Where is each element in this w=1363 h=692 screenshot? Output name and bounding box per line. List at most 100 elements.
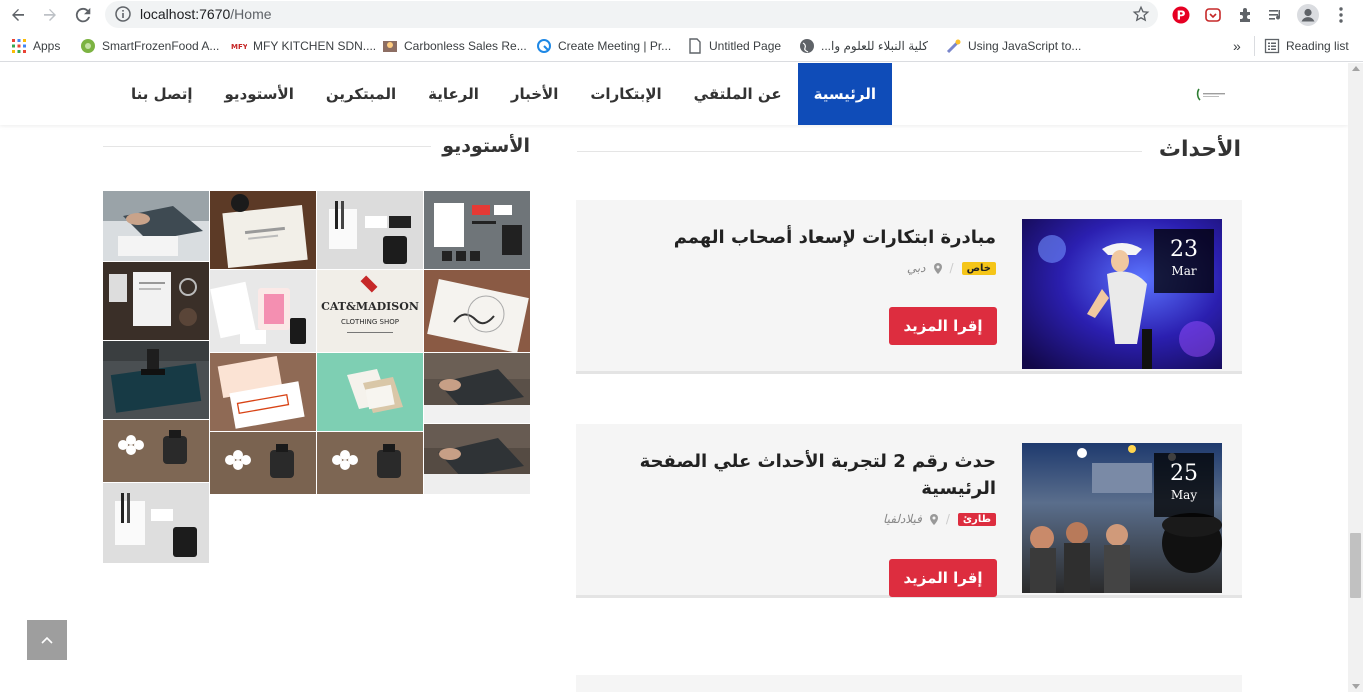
nav-label: الرعاية <box>428 85 479 103</box>
bookmark-college[interactable]: كلية النبلاء للعلوم وا... <box>799 38 928 54</box>
globe-icon <box>800 39 814 53</box>
back-arrow-icon <box>12 9 24 21</box>
meta-separator: / <box>945 512 950 526</box>
site-header: الرئيسية عن الملتقي الإبتكارات الأخبار ا… <box>0 63 1348 125</box>
mfy-favicon: MFY <box>231 43 247 51</box>
gallery-thumbnail[interactable] <box>103 483 209 563</box>
browser-menu-icon[interactable] <box>1330 4 1352 26</box>
gallery-thumbnail[interactable] <box>210 270 316 352</box>
gallery-thumbnail[interactable] <box>103 191 209 261</box>
event-date-badge: 23 Mar <box>1154 229 1214 293</box>
nav-item-innovators[interactable]: المبتكرين <box>310 63 412 125</box>
nav-item-studio[interactable]: الأستوديو <box>209 63 310 125</box>
meeting-favicon <box>537 39 551 53</box>
bookmark-label: SmartFrozenFood A... <box>102 39 220 53</box>
gallery-thumbnail[interactable] <box>317 432 423 494</box>
gallery-thumbnail[interactable] <box>210 432 316 494</box>
nav-item-about[interactable]: عن الملتقي <box>678 63 798 125</box>
read-more-button[interactable]: إقرا المزيد <box>889 307 997 345</box>
bookmark-untitled-page[interactable]: Untitled Page <box>687 38 781 54</box>
bookmarks-overflow-button[interactable]: » <box>1233 38 1241 54</box>
event-tag-badge: طارئ <box>957 512 996 526</box>
gallery-thumbnail[interactable]: CAT&MADISON CLOTHING SHOP <box>317 270 423 352</box>
info-icon[interactable] <box>115 6 131 26</box>
main-nav: الرئيسية عن الملتقي الإبتكارات الأخبار ا… <box>115 63 892 125</box>
nav-label: الإبتكارات <box>590 85 662 103</box>
gallery-thumbnail[interactable] <box>210 353 316 431</box>
nav-item-sponsorship[interactable]: الرعاية <box>412 63 495 125</box>
event-tag-badge: خاص <box>961 261 996 275</box>
gallery-thumbnail[interactable] <box>424 353 530 423</box>
bookmark-smartfrozenfood[interactable]: SmartFrozenFood A... <box>80 38 219 54</box>
carbonless-favicon <box>383 41 397 52</box>
nav-item-news[interactable]: الأخبار <box>495 63 575 125</box>
bookmark-label: MFY KITCHEN SDN.... <box>253 39 377 53</box>
reload-button[interactable] <box>71 3 95 27</box>
gallery-thumbnail[interactable] <box>210 191 316 269</box>
media-queue-icon[interactable] <box>1265 4 1287 26</box>
pocket-icon[interactable] <box>1202 4 1224 26</box>
events-heading: الأحداث <box>1158 137 1241 162</box>
nav-item-contact[interactable]: إتصل بنا <box>115 63 209 125</box>
event-date-badge: 25 May <box>1154 453 1214 517</box>
nav-label: الرئيسية <box>813 85 876 103</box>
apps-grid-icon <box>12 39 26 53</box>
profile-avatar-icon[interactable] <box>1297 4 1319 26</box>
page-icon <box>689 38 701 54</box>
scrollbar-thumb[interactable] <box>1350 533 1361 598</box>
scroll-down-arrow-icon[interactable] <box>1352 684 1360 689</box>
bookmark-star-icon[interactable] <box>1132 5 1150 27</box>
reading-list-button[interactable]: Reading list <box>1264 38 1349 54</box>
svg-text:P: P <box>1177 9 1186 23</box>
gallery-thumbnail[interactable] <box>424 191 530 269</box>
bookmark-mfy-kitchen[interactable]: MFY MFY KITCHEN SDN.... <box>231 38 376 54</box>
bookmark-apps[interactable]: Apps <box>11 38 60 54</box>
event-card: 25 May حدث رقم 2 لتجربة الأحداث علي الصف… <box>576 424 1242 598</box>
svg-text:CAT&MADISON: CAT&MADISON <box>321 300 419 313</box>
svg-text:CLOTHING SHOP: CLOTHING SHOP <box>341 318 399 326</box>
forward-button[interactable] <box>38 3 62 27</box>
event-title[interactable]: حدث رقم 2 لتجربة الأحداث علي الصفحة الرئ… <box>616 448 996 502</box>
gallery-thumbnail[interactable] <box>103 262 209 340</box>
location-pin-icon <box>933 262 942 274</box>
bookmark-label: Apps <box>33 39 61 53</box>
bookmark-create-meeting[interactable]: Create Meeting | Pr... <box>536 38 671 54</box>
gallery-thumbnail[interactable] <box>424 424 530 494</box>
nav-label: الأخبار <box>510 85 559 103</box>
bookmark-label: Using JavaScript to... <box>968 39 1082 53</box>
bookmark-carbonless[interactable]: Carbonless Sales Re... <box>382 38 527 54</box>
address-bar[interactable]: localhost:7670/Home <box>105 1 1158 28</box>
scroll-up-arrow-icon[interactable] <box>1352 66 1360 71</box>
site-logo[interactable] <box>1196 87 1228 101</box>
meta-separator: / <box>949 261 954 275</box>
page-scrollbar[interactable] <box>1348 63 1363 692</box>
bookmark-label: Untitled Page <box>709 39 782 53</box>
read-more-label: إقرا المزيد <box>903 317 983 335</box>
read-more-button[interactable]: إقرا المزيد <box>889 559 997 597</box>
back-to-top-button[interactable] <box>27 620 67 660</box>
url-text[interactable]: localhost:7670/Home <box>140 6 272 22</box>
javascript-favicon <box>946 39 961 54</box>
gallery-thumbnail[interactable] <box>103 420 209 482</box>
back-button[interactable] <box>6 3 30 27</box>
event-meta: طارئ / فيلادلفيا <box>883 512 996 526</box>
bookmarks-divider <box>1254 36 1255 56</box>
bookmark-javascript[interactable]: Using JavaScript to... <box>946 38 1081 54</box>
event-day: 25 <box>1170 461 1198 486</box>
browser-toolbar: localhost:7670/Home P <box>0 0 1363 30</box>
gallery-thumbnail[interactable] <box>317 353 423 431</box>
nav-label: الأستوديو <box>224 85 294 103</box>
nav-item-home[interactable]: الرئيسية <box>797 63 892 125</box>
gallery-thumbnail[interactable] <box>317 191 423 269</box>
nav-label: المبتكرين <box>325 85 397 103</box>
gallery-thumbnail[interactable] <box>424 270 530 352</box>
event-card-partial <box>576 675 1242 692</box>
nav-item-innovations[interactable]: الإبتكارات <box>574 63 677 125</box>
page-viewport: الرئيسية عن الملتقي الإبتكارات الأخبار ا… <box>0 63 1348 692</box>
reading-list-icon <box>1264 38 1280 54</box>
gallery-thumbnail[interactable] <box>103 341 209 419</box>
events-heading-line <box>577 151 1142 152</box>
extensions-puzzle-icon[interactable] <box>1234 4 1256 26</box>
event-title[interactable]: مبادرة ابتكارات لإسعاد أصحاب الهمم <box>616 224 996 251</box>
pinterest-icon[interactable]: P <box>1170 4 1192 26</box>
